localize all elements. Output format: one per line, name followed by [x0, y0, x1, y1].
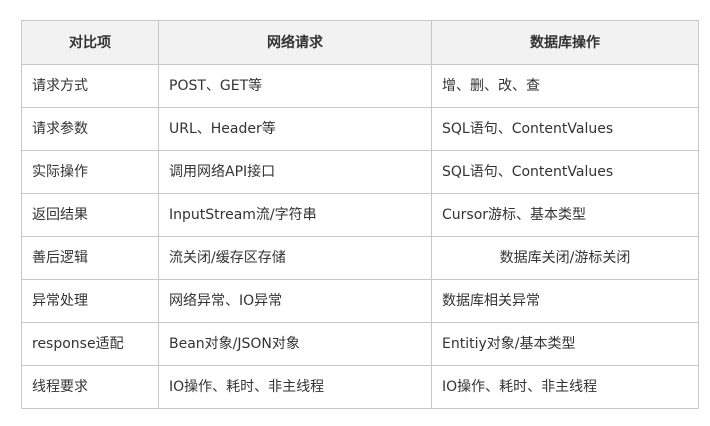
- row-label: 实际操作: [21, 150, 159, 194]
- table-row: 线程要求 IO操作、耗时、非主线程 IO操作、耗时、非主线程: [21, 365, 699, 409]
- row-label: 异常处理: [21, 279, 159, 323]
- network-cell: InputStream流/字符串: [158, 193, 432, 237]
- table-row: 返回结果 InputStream流/字符串 Cursor游标、基本类型: [21, 193, 699, 237]
- network-cell: IO操作、耗时、非主线程: [158, 365, 432, 409]
- database-cell: SQL语句、ContentValues: [431, 107, 699, 151]
- row-label: 返回结果: [21, 193, 159, 237]
- table-row: 异常处理 网络异常、IO异常 数据库相关异常: [21, 279, 699, 323]
- header-comparison-item: 对比项: [21, 20, 159, 65]
- table-header-row: 对比项 网络请求 数据库操作: [21, 20, 699, 65]
- row-label: response适配: [21, 322, 159, 366]
- header-network-request: 网络请求: [158, 20, 432, 65]
- comparison-table: 对比项 网络请求 数据库操作 请求方式 POST、GET等 增、删、改、查 请求…: [21, 20, 699, 409]
- table-row: response适配 Bean对象/JSON对象 Entitiy对象/基本类型: [21, 322, 699, 366]
- database-cell: Cursor游标、基本类型: [431, 193, 699, 237]
- database-cell: 数据库关闭/游标关闭: [431, 236, 699, 280]
- row-label: 请求参数: [21, 107, 159, 151]
- database-cell: Entitiy对象/基本类型: [431, 322, 699, 366]
- table-row: 请求参数 URL、Header等 SQL语句、ContentValues: [21, 107, 699, 151]
- row-label: 善后逻辑: [21, 236, 159, 280]
- table-row: 请求方式 POST、GET等 增、删、改、查: [21, 64, 699, 108]
- header-database-operation: 数据库操作: [431, 20, 699, 65]
- database-cell: IO操作、耗时、非主线程: [431, 365, 699, 409]
- network-cell: POST、GET等: [158, 64, 432, 108]
- table-row: 善后逻辑 流关闭/缓存区存储 数据库关闭/游标关闭: [21, 236, 699, 280]
- row-label: 线程要求: [21, 365, 159, 409]
- network-cell: 流关闭/缓存区存储: [158, 236, 432, 280]
- comparison-table-container: 对比项 网络请求 数据库操作 请求方式 POST、GET等 增、删、改、查 请求…: [21, 20, 699, 409]
- database-cell: 数据库相关异常: [431, 279, 699, 323]
- table-row: 实际操作 调用网络API接口 SQL语句、ContentValues: [21, 150, 699, 194]
- database-cell: SQL语句、ContentValues: [431, 150, 699, 194]
- network-cell: 网络异常、IO异常: [158, 279, 432, 323]
- network-cell: URL、Header等: [158, 107, 432, 151]
- network-cell: Bean对象/JSON对象: [158, 322, 432, 366]
- row-label: 请求方式: [21, 64, 159, 108]
- network-cell: 调用网络API接口: [158, 150, 432, 194]
- database-cell: 增、删、改、查: [431, 64, 699, 108]
